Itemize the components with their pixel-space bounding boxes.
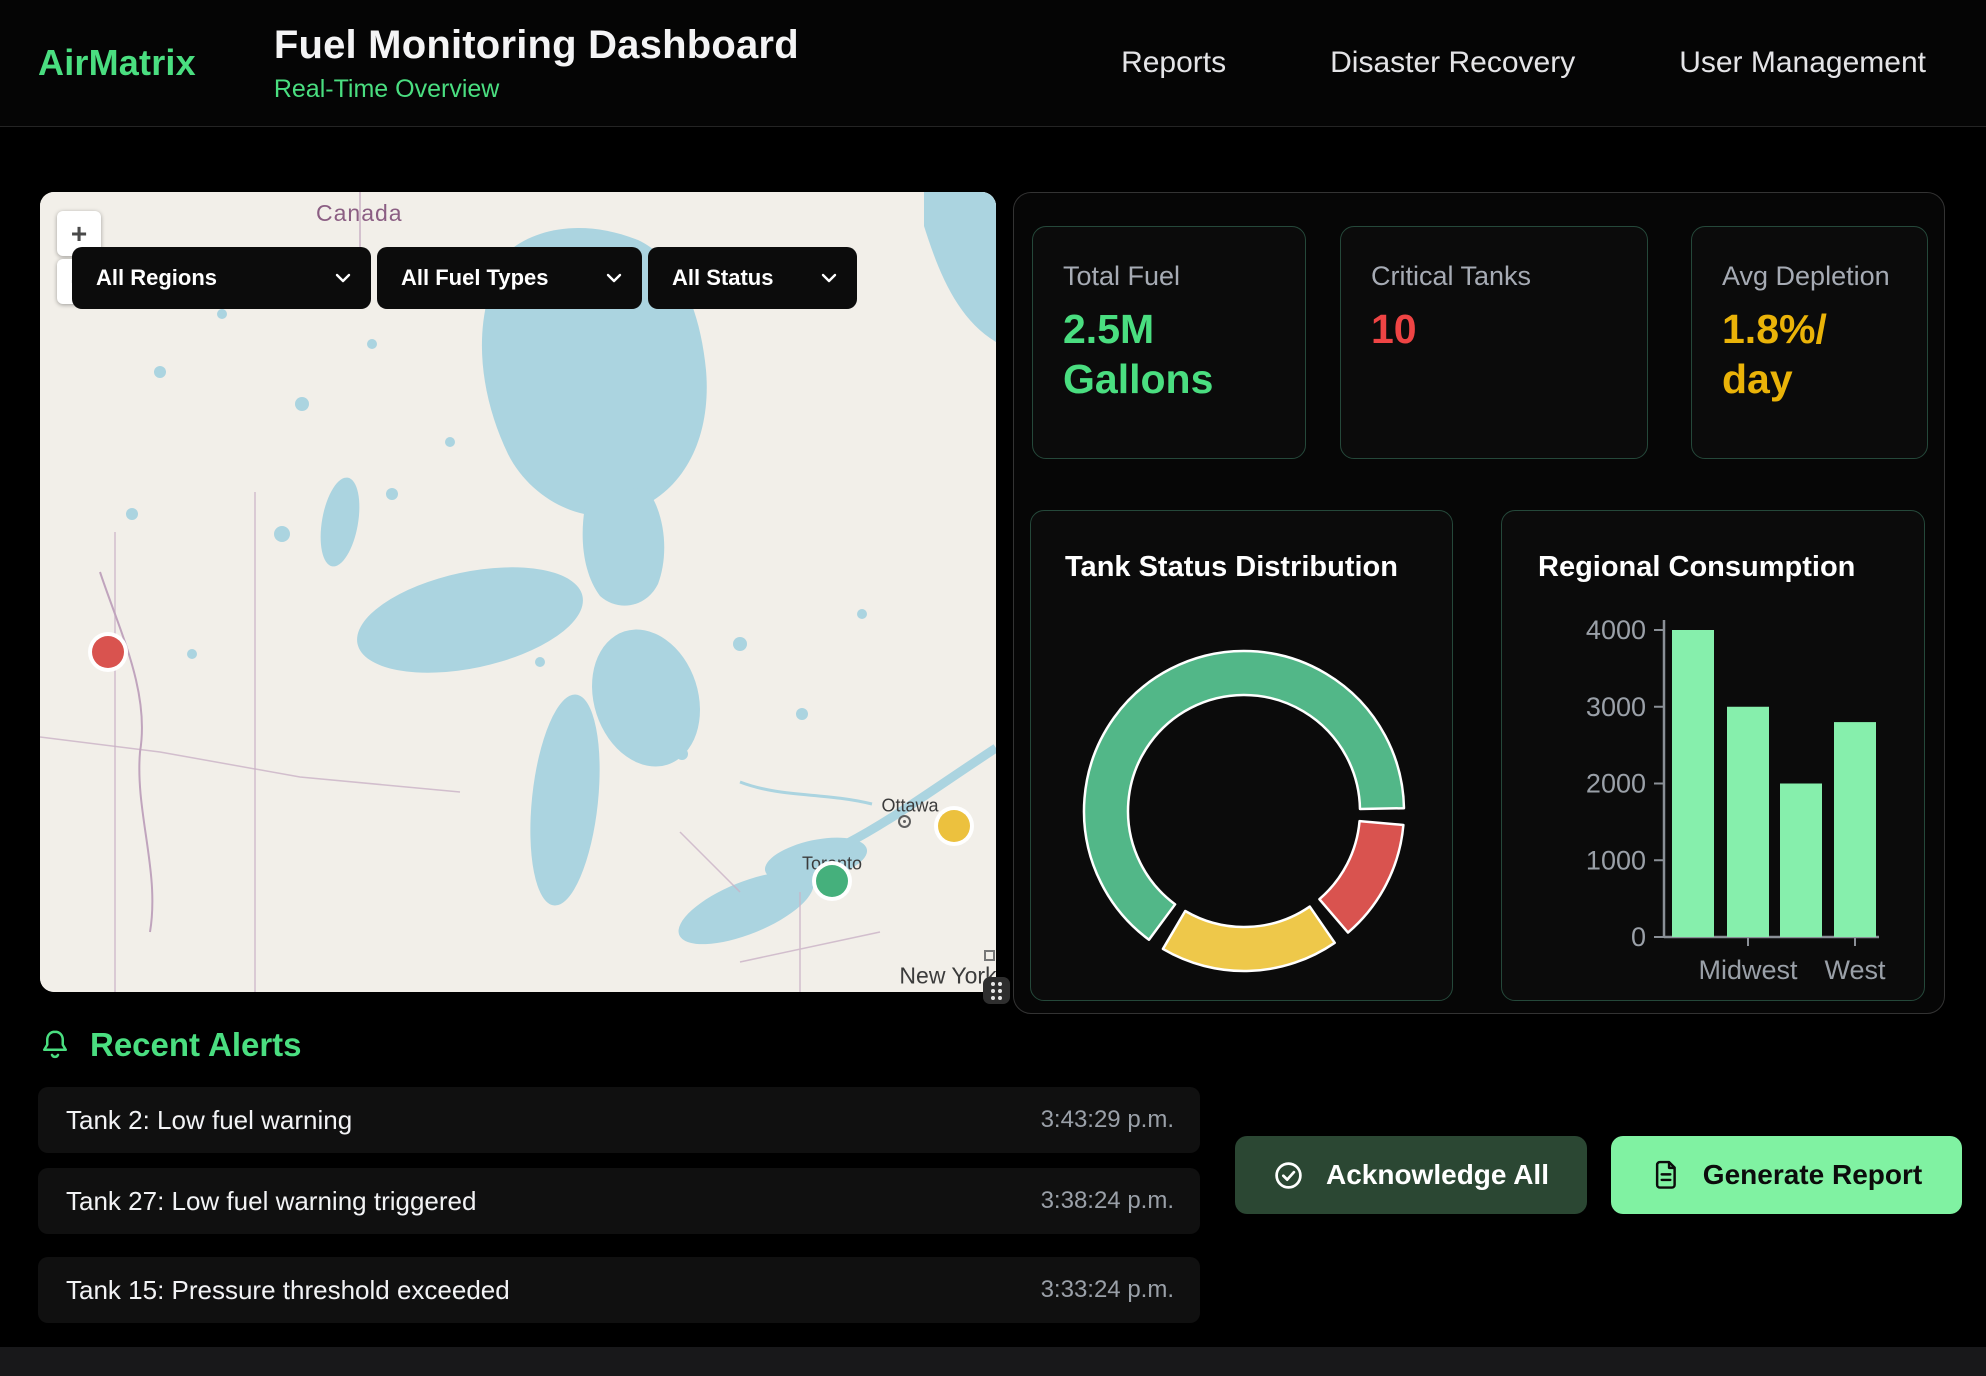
report-document-icon (1651, 1159, 1681, 1191)
map-marker-critical[interactable] (92, 636, 124, 668)
generate-report-button[interactable]: Generate Report (1611, 1136, 1962, 1214)
chevron-down-icon (335, 273, 351, 283)
map-country-label: Canada (316, 200, 403, 227)
svg-text:3000: 3000 (1586, 692, 1646, 722)
filter-select-all-regions[interactable]: All Regions (72, 247, 371, 309)
bar-region-3 (1780, 784, 1822, 938)
alert-timestamp: 3:33:24 p.m. (1041, 1276, 1200, 1304)
page-title: Fuel Monitoring Dashboard (274, 23, 799, 68)
chevron-down-icon (821, 273, 837, 283)
map-resize-handle[interactable] (983, 977, 1010, 1004)
svg-text:0: 0 (1631, 922, 1646, 952)
bar-region-1 (1672, 630, 1714, 937)
filter-label-all-status: All Status (672, 265, 773, 291)
nav-item-reports[interactable]: Reports (1121, 46, 1226, 80)
alert-timestamp: 3:43:29 p.m. (1041, 1106, 1200, 1134)
filter-label-all-regions: All Regions (96, 265, 217, 291)
svg-text:4000: 4000 (1586, 615, 1646, 645)
alerts-title: Recent Alerts (90, 1026, 302, 1064)
regional-consumption-bar-chart: 0 1000 2000 3000 4000 Midwest West (1502, 511, 1926, 1002)
filter-select-all-fuel-types[interactable]: All Fuel Types (377, 247, 642, 309)
donut-segment-critical (1319, 821, 1403, 932)
stat-value: 1.8%/day (1722, 304, 1897, 404)
stat-label: Total Fuel (1063, 261, 1275, 292)
bottom-strip (0, 1347, 1986, 1376)
filter-select-all-status[interactable]: All Status (648, 247, 857, 309)
map-filter-bar: All Regions All Fuel Types All Status (72, 247, 857, 309)
stat-value: 2.5MGallons (1063, 304, 1275, 404)
regional-consumption-card: Regional Consumption 01000200030004000Mi… (1501, 510, 1925, 1001)
bar-region-2 (1727, 707, 1769, 937)
stat-label: Avg Depletion (1722, 261, 1897, 292)
stat-card-critical-tanks: Critical Tanks 10 (1340, 226, 1648, 459)
map-city-label-ottawa: Ottawa (881, 796, 938, 817)
acknowledge-all-label: Acknowledge All (1326, 1159, 1549, 1191)
tank-status-card: Tank Status Distribution (1030, 510, 1453, 1001)
alert-message: Tank 2: Low fuel warning (38, 1105, 352, 1136)
nav-item-user-management[interactable]: User Management (1679, 46, 1926, 80)
filter-label-all-fuel-types: All Fuel Types (401, 265, 549, 291)
alert-row[interactable]: Tank 27: Low fuel warning triggered 3:38:… (38, 1168, 1200, 1234)
city-marker-icon (898, 815, 911, 828)
tank-status-donut-chart (1031, 511, 1454, 1002)
town-marker-icon (984, 950, 995, 961)
brand-logo: AirMatrix (38, 42, 196, 84)
nav-item-disaster-recovery[interactable]: Disaster Recovery (1330, 46, 1575, 80)
alert-message: Tank 15: Pressure threshold exceeded (38, 1275, 510, 1306)
alert-timestamp: 3:38:24 p.m. (1041, 1187, 1200, 1215)
map-city-label-new-york: New York (899, 963, 996, 990)
stat-value: 10 (1371, 304, 1617, 354)
map-marker-normal[interactable] (816, 865, 848, 897)
generate-report-label: Generate Report (1703, 1159, 1922, 1191)
acknowledge-all-button[interactable]: Acknowledge All (1235, 1136, 1587, 1214)
bell-icon (40, 1029, 70, 1062)
main-nav: Reports Disaster Recovery User Management (1121, 46, 1926, 80)
donut-segment-warning (1163, 907, 1335, 971)
svg-text:Midwest: Midwest (1698, 955, 1798, 985)
check-circle-icon (1273, 1160, 1304, 1191)
page-subtitle: Real-Time Overview (274, 75, 799, 104)
chevron-down-icon (606, 273, 622, 283)
alert-row[interactable]: Tank 15: Pressure threshold exceeded 3:33… (38, 1257, 1200, 1323)
dashboard-root: AirMatrix Fuel Monitoring Dashboard Real… (0, 0, 1986, 1376)
svg-text:1000: 1000 (1586, 845, 1646, 875)
bar-region-4 (1834, 722, 1876, 937)
fuel-map[interactable]: Canada + − All RegionsAll Fuel TypesAll … (40, 192, 996, 992)
stat-card-avg-depletion: Avg Depletion 1.8%/day (1691, 226, 1928, 459)
alert-message: Tank 27: Low fuel warning triggered (38, 1186, 476, 1217)
map-marker-warning[interactable] (938, 810, 970, 842)
stat-label: Critical Tanks (1371, 261, 1617, 292)
svg-text:2000: 2000 (1586, 769, 1646, 799)
title-block: Fuel Monitoring Dashboard Real-Time Over… (274, 23, 799, 104)
svg-text:West: West (1824, 955, 1886, 985)
metrics-panel: Total Fuel 2.5MGallons Critical Tanks 10 Avg… (1013, 192, 1945, 1014)
alerts-header: Recent Alerts (40, 1026, 302, 1064)
app-header: AirMatrix Fuel Monitoring Dashboard Real… (0, 0, 1986, 127)
stat-card-total-fuel: Total Fuel 2.5MGallons (1032, 226, 1306, 459)
alert-row[interactable]: Tank 2: Low fuel warning 3:43:29 p.m. (38, 1087, 1200, 1153)
